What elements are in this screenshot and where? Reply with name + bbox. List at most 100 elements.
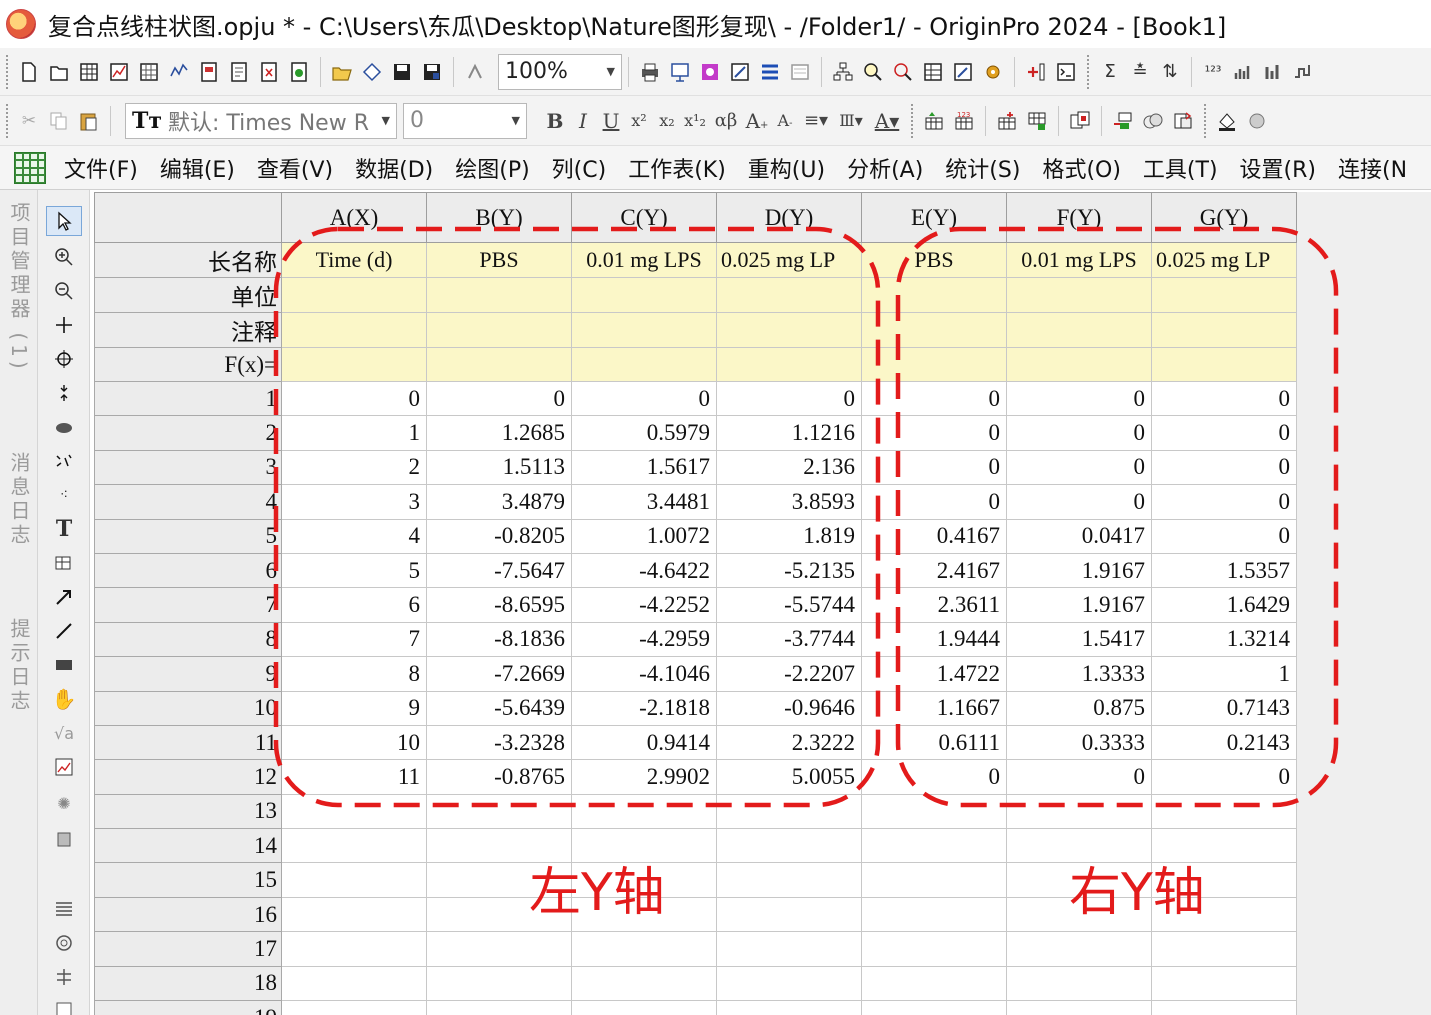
insert-column-icon[interactable] [921, 107, 947, 135]
data-cell[interactable]: 1.5417 [1006, 621, 1152, 658]
row-number[interactable]: 4 [94, 484, 282, 520]
empty-cell[interactable] [716, 931, 862, 967]
formula-cell[interactable] [281, 347, 427, 382]
bar-chart-icon[interactable] [1260, 58, 1286, 86]
graph-object-tool-icon[interactable] [46, 548, 82, 578]
units-cell[interactable] [426, 277, 572, 313]
tab-project-manager[interactable]: 项目管理器 (1) [4, 202, 34, 373]
data-cell[interactable]: 4 [281, 518, 427, 554]
empty-cell[interactable] [426, 931, 572, 967]
menu-worksheet[interactable]: 工作表(K) [628, 152, 726, 184]
zoom-combo[interactable]: 100% ▼ [498, 53, 622, 90]
data-cell[interactable]: 2.3222 [716, 724, 862, 761]
row-label-comments[interactable]: 注释 [94, 312, 282, 348]
empty-cell[interactable] [861, 896, 1007, 933]
row-number[interactable]: 11 [94, 724, 282, 761]
row-number[interactable]: 5 [94, 518, 282, 554]
row-number[interactable]: 13 [94, 793, 282, 830]
data-cell[interactable]: -4.1046 [571, 656, 717, 692]
data-cell[interactable]: 8 [281, 656, 427, 692]
data-cell[interactable]: -4.2959 [571, 621, 717, 658]
apps-gear-icon[interactable] [980, 58, 1006, 86]
sort-icon[interactable]: ⇅ [1157, 58, 1183, 86]
long-name-cell[interactable]: PBS [426, 242, 572, 278]
data-cell[interactable]: 5 [281, 552, 427, 589]
column-statistics-icon[interactable]: Σ [1097, 58, 1123, 86]
row-number[interactable]: 14 [94, 828, 282, 864]
new-workbook-icon[interactable] [76, 58, 102, 86]
notes-edit-icon[interactable] [950, 58, 976, 86]
empty-cell[interactable] [426, 965, 572, 1002]
data-cell[interactable]: -8.1836 [426, 621, 572, 658]
data-cell[interactable]: 1.9167 [1006, 552, 1152, 589]
formula-cell[interactable] [426, 347, 572, 382]
data-cell[interactable]: 0 [1006, 759, 1152, 795]
new-function-icon[interactable] [166, 58, 192, 86]
data-cell[interactable]: 3.8593 [716, 484, 862, 520]
empty-cell[interactable] [281, 931, 427, 967]
hand-tool-icon[interactable]: ✋ [46, 684, 82, 714]
data-cell[interactable]: -4.2252 [571, 587, 717, 623]
toolbar-grip[interactable] [6, 103, 10, 138]
data-cell[interactable]: 11 [281, 759, 427, 795]
formula-cell[interactable] [861, 347, 1007, 382]
superscript-icon[interactable]: x² [625, 111, 653, 130]
supersubscript-icon[interactable]: x¹₂ [681, 111, 709, 130]
row-number[interactable]: 2 [94, 415, 282, 451]
circle-tool-icon[interactable] [46, 928, 82, 958]
mask-tool-icon[interactable] [46, 412, 82, 442]
append-column-icon[interactable] [994, 107, 1020, 135]
insert-row-icon[interactable]: 123 [951, 107, 977, 135]
data-cell[interactable]: 1.5357 [1151, 552, 1297, 589]
column-header[interactable]: G(Y) [1151, 192, 1297, 243]
arrow-tool-icon[interactable] [46, 582, 82, 612]
script-window-icon[interactable] [1053, 58, 1079, 86]
empty-cell[interactable] [861, 862, 1007, 898]
merge-icon[interactable] [1140, 107, 1166, 135]
save-template-icon[interactable] [419, 58, 445, 86]
data-cell[interactable]: 2.9902 [571, 759, 717, 795]
row-number[interactable]: 6 [94, 552, 282, 589]
zoom-in-tool-icon[interactable] [46, 242, 82, 272]
data-cell[interactable]: 0.5979 [571, 415, 717, 451]
empty-cell[interactable] [571, 965, 717, 1002]
open-template-icon[interactable] [359, 58, 385, 86]
row-number[interactable]: 7 [94, 587, 282, 623]
project-explorer-icon[interactable] [830, 58, 856, 86]
increase-font-icon[interactable]: A+ [743, 109, 771, 133]
data-cell[interactable]: 0 [281, 380, 427, 417]
data-cell[interactable]: 0 [1151, 484, 1297, 520]
data-cell[interactable]: -4.6422 [571, 552, 717, 589]
row-number[interactable]: 17 [94, 931, 282, 967]
export-graph-icon[interactable] [697, 58, 723, 86]
data-cell[interactable]: -8.6595 [426, 587, 572, 623]
data-cell[interactable]: 2.136 [716, 449, 862, 486]
row-number[interactable]: 19 [94, 1000, 282, 1015]
tab-hint-log[interactable]: 提示日志 [4, 618, 34, 714]
print-icon[interactable] [637, 58, 663, 86]
data-cell[interactable]: 0 [1151, 759, 1297, 795]
data-cell[interactable]: 1.3333 [1006, 656, 1152, 692]
data-cell[interactable]: 0.3333 [1006, 724, 1152, 761]
data-cell[interactable]: 0 [426, 380, 572, 417]
data-cell[interactable]: 1.9444 [861, 621, 1007, 658]
tab-message-log[interactable]: 消息日志 [4, 452, 34, 548]
menu-analysis[interactable]: 分析(A) [847, 152, 923, 184]
comments-cell[interactable] [281, 312, 427, 348]
data-cell[interactable]: 0 [1151, 449, 1297, 486]
empty-cell[interactable] [861, 793, 1007, 830]
row-label-units[interactable]: 单位 [94, 277, 282, 313]
save-icon[interactable] [389, 58, 415, 86]
rectangle-tool-icon[interactable] [46, 650, 82, 680]
empty-cell[interactable] [716, 793, 862, 830]
subscript-icon[interactable]: x₂ [653, 111, 681, 130]
row-number[interactable]: 16 [94, 896, 282, 933]
worksheet-corner[interactable] [94, 192, 282, 243]
new-project-icon[interactable] [16, 58, 42, 86]
toolbar-grip[interactable] [1087, 54, 1091, 89]
data-cell[interactable]: 1.2685 [426, 415, 572, 451]
comments-cell[interactable] [426, 312, 572, 348]
empty-cell[interactable] [861, 1000, 1007, 1015]
empty-cell[interactable] [281, 793, 427, 830]
new-excel-icon[interactable] [256, 58, 282, 86]
